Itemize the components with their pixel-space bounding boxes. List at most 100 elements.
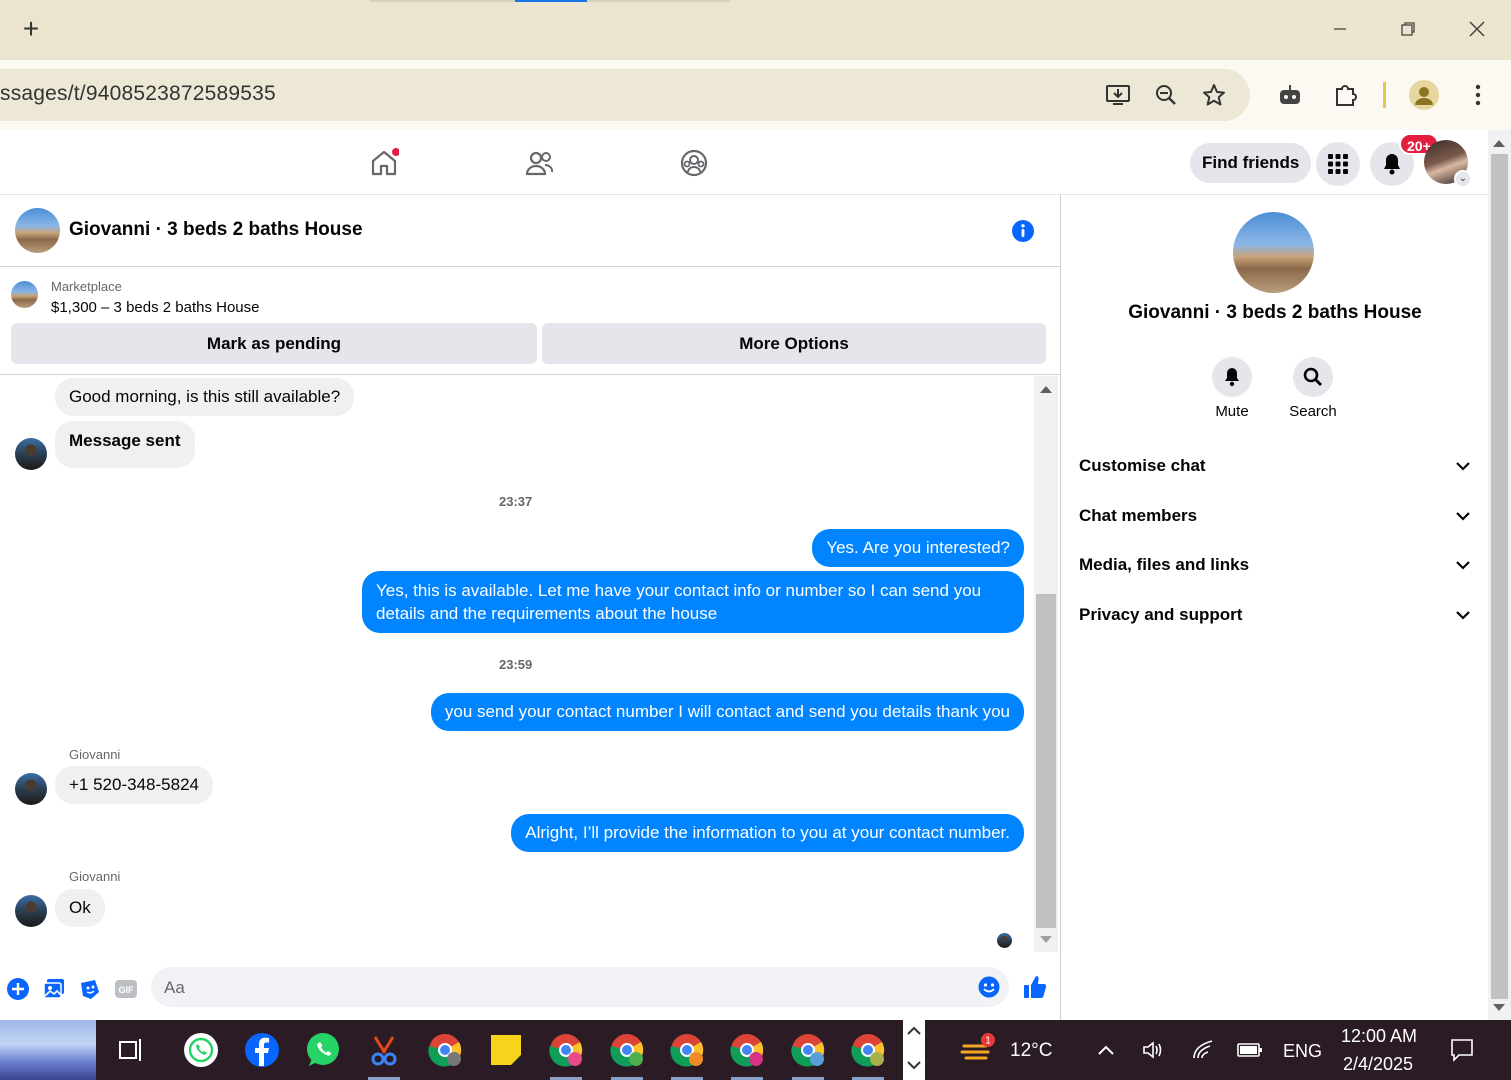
sticky-notes-icon[interactable]: [486, 1030, 526, 1070]
extensions-puzzle-icon[interactable]: [1329, 78, 1363, 112]
page-scroll-up-arrow[interactable]: [1493, 140, 1505, 147]
scrollbar-thumb[interactable]: [1036, 594, 1056, 928]
notification-center-icon[interactable]: [1442, 1030, 1482, 1070]
listing-title[interactable]: $1,300 – 3 beds 2 baths House: [51, 299, 260, 316]
listing-profile-photo[interactable]: [1233, 212, 1314, 293]
clock-date[interactable]: 2/4/2025: [1343, 1054, 1413, 1075]
marketplace-label: Marketplace: [51, 279, 122, 294]
chrome-profile-icon[interactable]: [727, 1030, 767, 1080]
menu-grid-button[interactable]: [1316, 142, 1360, 186]
network-icon[interactable]: [1183, 1030, 1223, 1070]
message-out[interactable]: Yes. Are you interested?: [812, 529, 1024, 567]
info-icon[interactable]: [1011, 219, 1035, 243]
whatsapp-desktop-icon[interactable]: [181, 1030, 221, 1070]
mute-action[interactable]: Mute: [1202, 357, 1262, 420]
section-label: Customise chat: [1079, 456, 1206, 475]
chrome-profile-icon[interactable]: [848, 1030, 888, 1080]
install-app-icon[interactable]: [1101, 78, 1135, 112]
new-tab-button[interactable]: +: [18, 14, 44, 44]
message-scrollbar[interactable]: [1034, 376, 1058, 952]
friends-icon[interactable]: [522, 146, 556, 180]
show-hidden-icons-chevron-icon[interactable]: [1086, 1030, 1126, 1070]
mark-as-pending-button[interactable]: Mark as pending: [11, 323, 537, 364]
thumbs-up-icon[interactable]: [1022, 974, 1048, 1000]
address-bar[interactable]: ssages/t/9408523872589535: [0, 69, 1250, 121]
close-window-button[interactable]: [1457, 14, 1497, 44]
chrome-profile-icon[interactable]: [607, 1030, 647, 1080]
section-label: Privacy and support: [1079, 605, 1243, 624]
chevron-down-icon: [1456, 561, 1470, 570]
page-scrollbar[interactable]: [1488, 130, 1511, 1020]
scroll-down-arrow[interactable]: [1040, 936, 1052, 943]
kebab-menu-icon[interactable]: [1461, 78, 1495, 112]
sender-avatar[interactable]: [15, 773, 47, 805]
active-tab-indicator: [515, 0, 587, 2]
emoji-icon[interactable]: [978, 976, 1000, 998]
search-action[interactable]: Search: [1283, 357, 1343, 420]
robot-extension-icon[interactable]: [1273, 78, 1307, 112]
chrome-profile-icon[interactable]: [546, 1030, 586, 1080]
chrome-profile-icon[interactable]: [425, 1030, 465, 1070]
language-indicator[interactable]: ENG: [1283, 1041, 1322, 1062]
message-out[interactable]: Yes, this is available. Let me have your…: [362, 571, 1024, 633]
message-in[interactable]: +1 520-348-5824: [55, 766, 213, 804]
message-in[interactable]: Good morning, is this still available?: [55, 378, 355, 416]
account-avatar[interactable]: ⌄: [1424, 140, 1472, 188]
timestamp: 23:37: [499, 494, 533, 509]
snipping-tool-icon[interactable]: [364, 1030, 404, 1080]
gif-icon[interactable]: GIF: [113, 976, 139, 1002]
scroll-up-arrow[interactable]: [1040, 386, 1052, 393]
minimize-button[interactable]: [1320, 14, 1360, 44]
taskbar-scroll-buttons[interactable]: [903, 1020, 925, 1080]
restore-button[interactable]: [1388, 14, 1428, 44]
page-scrollbar-thumb[interactable]: [1491, 154, 1508, 999]
message-input-placeholder: Aa: [164, 978, 185, 997]
chat-title[interactable]: Giovanni · 3 beds 2 baths House: [69, 219, 363, 241]
weather-icon[interactable]: 1: [958, 1030, 998, 1070]
section-label: Media, files and links: [1079, 555, 1250, 574]
clock-time[interactable]: 12:00 AM: [1341, 1026, 1417, 1047]
sender-avatar[interactable]: [15, 438, 47, 470]
profile-icon[interactable]: [1407, 78, 1441, 112]
section-label: Chat members: [1079, 506, 1198, 525]
weather-badge: 1: [985, 1036, 991, 1047]
page-scroll-down-arrow[interactable]: [1493, 1004, 1505, 1011]
search-label: Search: [1289, 403, 1337, 420]
message-out[interactable]: you send your contact number I will cont…: [430, 693, 1024, 731]
message-in[interactable]: Ok: [55, 889, 105, 927]
photo-icon[interactable]: [41, 976, 67, 1002]
message-input[interactable]: Aa: [151, 967, 1009, 1007]
bookmark-star-icon[interactable]: [1197, 78, 1231, 112]
customise-chat-row[interactable]: Customise chat: [1079, 446, 1471, 486]
composer: GIF Aa: [0, 956, 1060, 1020]
chrome-profile-icon[interactable]: [788, 1030, 828, 1080]
start-button[interactable]: [0, 1020, 96, 1080]
home-icon[interactable]: [367, 146, 401, 180]
message-in[interactable]: Message sent: [55, 421, 195, 468]
sticker-icon[interactable]: [77, 976, 103, 1002]
chevron-down-icon: [1456, 611, 1470, 620]
url-text[interactable]: ssages/t/9408523872589535: [0, 82, 276, 106]
more-options-button[interactable]: More Options: [542, 323, 1046, 364]
volume-icon[interactable]: [1133, 1030, 1173, 1070]
listing-avatar[interactable]: [15, 208, 60, 253]
listing-thumbnail[interactable]: [11, 281, 38, 308]
weather-temp[interactable]: 12°C: [1010, 1040, 1052, 1062]
battery-icon[interactable]: [1230, 1030, 1270, 1070]
browser-toolbar: ssages/t/9408523872589535: [0, 60, 1511, 130]
message-out[interactable]: Alright, I’ll provide the information to…: [511, 814, 1024, 852]
privacy-support-row[interactable]: Privacy and support: [1079, 595, 1471, 635]
sender-avatar[interactable]: [15, 895, 47, 927]
task-view-icon[interactable]: [111, 1030, 151, 1070]
whatsapp-icon[interactable]: [303, 1030, 343, 1070]
facebook-app-icon[interactable]: [242, 1030, 282, 1070]
chrome-profile-icon[interactable]: [667, 1030, 707, 1080]
chat-members-row[interactable]: Chat members: [1079, 496, 1471, 536]
find-friends-button[interactable]: Find friends: [1190, 143, 1312, 183]
groups-icon[interactable]: [677, 146, 711, 180]
media-files-links-row[interactable]: Media, files and links: [1079, 545, 1471, 585]
plus-circle-icon[interactable]: [5, 976, 31, 1002]
zoom-icon[interactable]: [1149, 78, 1183, 112]
toolbar-divider: [1383, 82, 1386, 108]
windows-taskbar: 1 12°C ENG 12:00 AM 2/4/2025: [0, 1020, 1511, 1080]
